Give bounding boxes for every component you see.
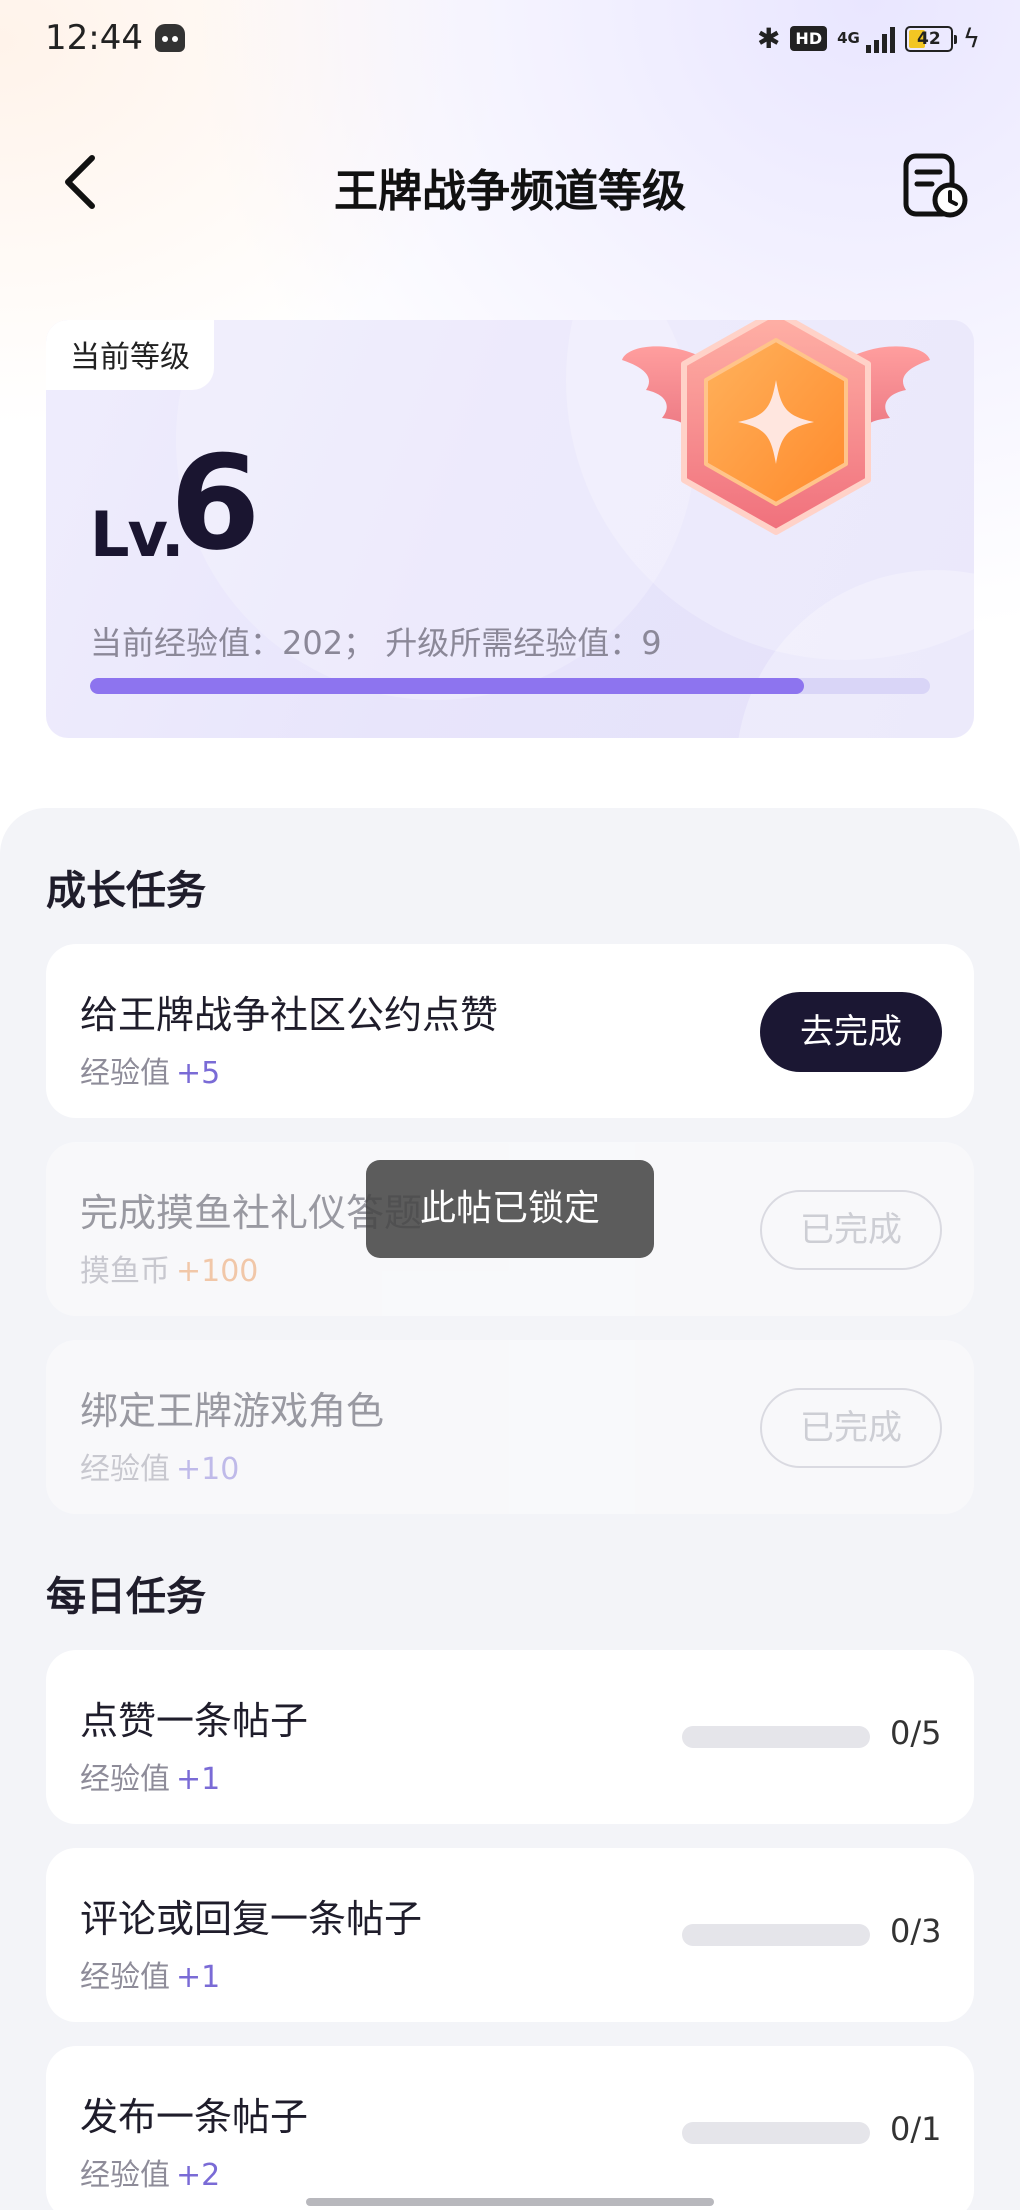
daily-task-card: 发布一条帖子 经验值 +2 0/1 [46, 2046, 974, 2210]
battery-level: 42 [917, 28, 941, 49]
growth-task-card: 给王牌战争社区公约点赞 经验值 +5 去完成 [46, 944, 974, 1118]
charging-icon: ϟ [962, 23, 980, 54]
task-reward: 经验值 +2 [80, 2150, 220, 2194]
reward-label: 经验值 [80, 1762, 170, 1797]
task-reward: 经验值 +1 [80, 1754, 220, 1798]
task-progress-count: 0/3 [890, 1912, 942, 1950]
reward-value: +10 [176, 1452, 240, 1487]
winged-star-badge-icon [622, 320, 930, 535]
task-progress-count: 0/5 [890, 1714, 942, 1752]
network-type: 4G [837, 29, 860, 47]
toast-message: 此帖已锁定 [366, 1160, 654, 1258]
bluetooth-icon: ✱ [756, 22, 781, 55]
daily-task-card: 评论或回复一条帖子 经验值 +1 0/3 [46, 1848, 974, 2022]
experience-text: 当前经验值：202； 升级所需经验值：9 [90, 624, 662, 662]
status-icons: ✱ HD 4G 42 ϟ [757, 22, 980, 55]
task-name: 评论或回复一条帖子 [80, 1897, 423, 1941]
reward-label: 经验值 [80, 1960, 170, 1995]
task-progress-count: 0/1 [890, 2110, 942, 2148]
task-reward: 经验值 +5 [80, 1048, 220, 1092]
level-prefix: Lv. [90, 498, 184, 571]
go-complete-button[interactable]: 去完成 [760, 992, 942, 1072]
level-card: 当前等级 Lv. 6 当前经验值：202； 升级所需经验值：9 [46, 320, 974, 738]
task-progress-bar [682, 1924, 870, 1946]
task-progress-bar [682, 2122, 870, 2144]
reward-value: +5 [176, 1056, 221, 1091]
current-level-tag: 当前等级 [46, 320, 214, 390]
reward-label: 经验值 [80, 1056, 170, 1091]
app-notification-icon [155, 24, 185, 52]
status-bar: 12:44 ✱ HD 4G 42 ϟ [0, 0, 1020, 80]
reward-label: 经验值 [80, 1452, 170, 1487]
reward-value: +1 [176, 1762, 221, 1797]
signal-icon [865, 25, 895, 53]
page-title: 王牌战争频道等级 [334, 166, 686, 217]
document-clock-icon [903, 153, 968, 218]
completed-button: 已完成 [760, 1190, 942, 1270]
reward-value: +1 [176, 1960, 221, 1995]
growth-task-card: 绑定王牌游戏角色 经验值 +10 已完成 [46, 1340, 974, 1514]
daily-tasks-title: 每日任务 [46, 1574, 206, 1620]
task-reward: 摸鱼币 +100 [80, 1246, 258, 1290]
task-name: 绑定王牌游戏角色 [80, 1389, 385, 1433]
task-name: 发布一条帖子 [80, 2095, 309, 2139]
task-progress-bar [682, 1726, 870, 1748]
task-name: 点赞一条帖子 [80, 1699, 309, 1743]
home-indicator[interactable] [306, 2198, 714, 2206]
experience-progress-bar [90, 678, 930, 694]
reward-value: +2 [176, 2158, 221, 2193]
reward-value: +100 [176, 1254, 259, 1289]
battery-icon: 42 [904, 25, 957, 52]
task-name: 给王牌战争社区公约点赞 [80, 993, 499, 1037]
level-number: 6 [170, 427, 261, 579]
task-reward: 经验值 +10 [80, 1444, 239, 1488]
reward-label: 经验值 [80, 2158, 170, 2193]
task-reward: 经验值 +1 [80, 1952, 220, 1996]
reward-label: 摸鱼币 [80, 1254, 170, 1289]
hd-badge: HD [790, 26, 828, 51]
completed-button: 已完成 [760, 1388, 942, 1468]
level-history-button[interactable] [900, 150, 970, 220]
growth-tasks-title: 成长任务 [46, 868, 206, 914]
daily-task-card: 点赞一条帖子 经验值 +1 0/5 [46, 1650, 974, 1824]
status-time: 12:44 [45, 18, 143, 58]
experience-progress-fill [90, 678, 804, 694]
